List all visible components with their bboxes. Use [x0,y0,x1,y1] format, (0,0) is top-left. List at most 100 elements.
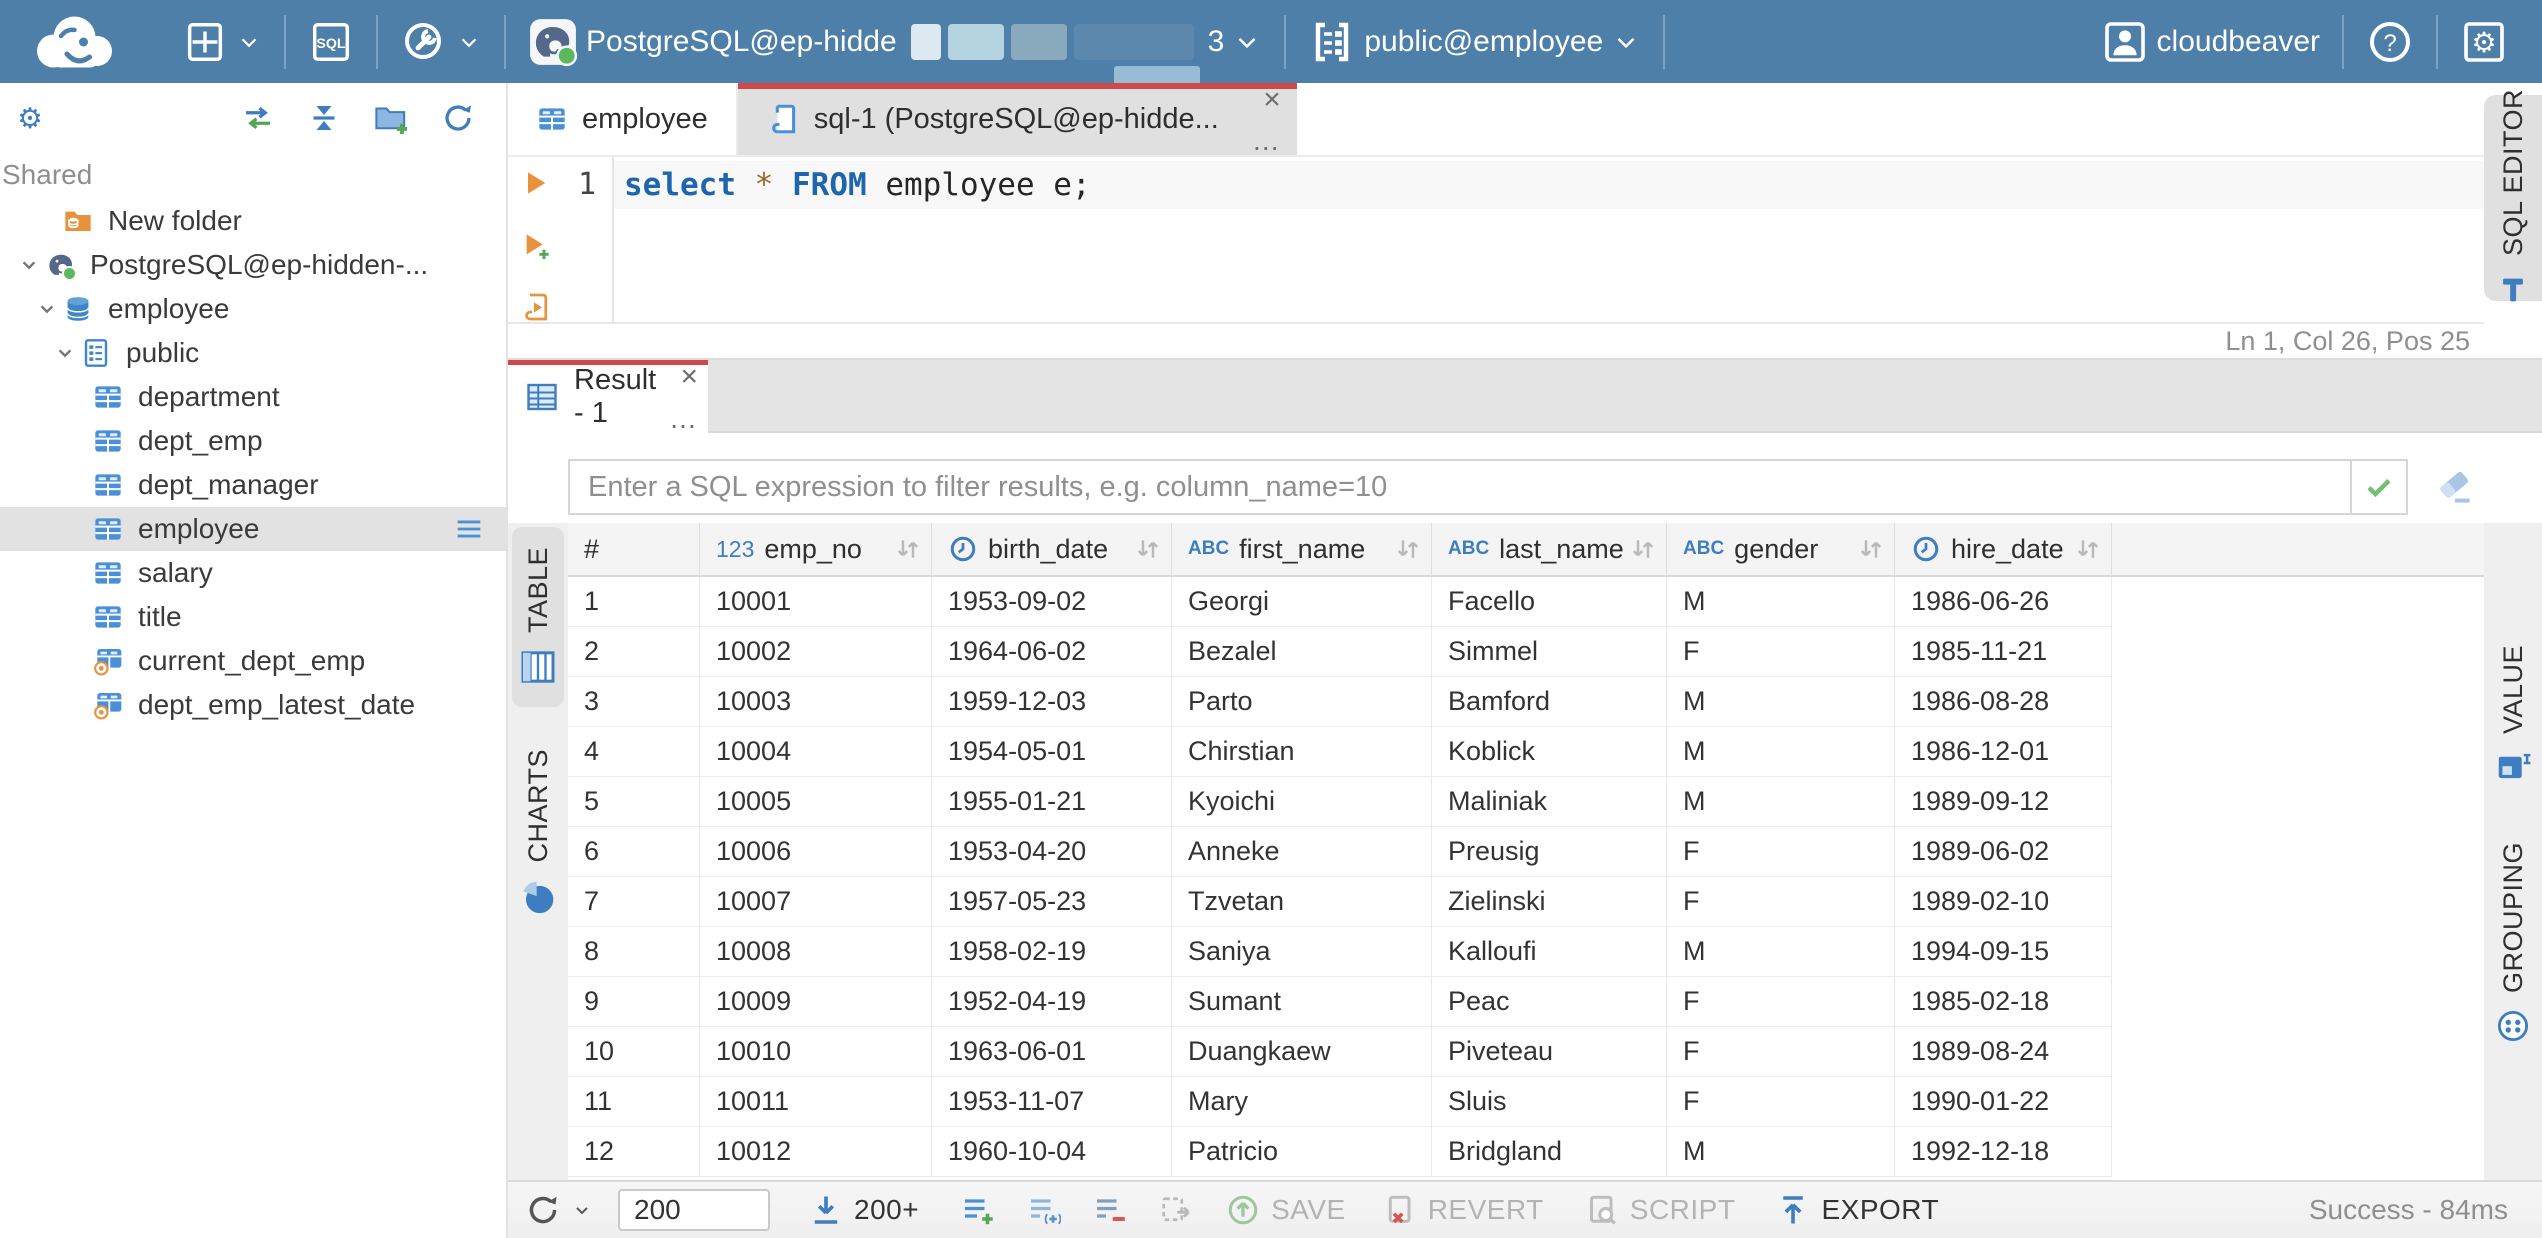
tree-item-dept_emp[interactable]: dept_emp [0,419,506,463]
eraser-icon[interactable] [2432,463,2476,507]
refresh-button[interactable] [524,1191,592,1229]
sql-code-line[interactable]: select * FROM employee e; [614,161,2484,209]
column-header-gender[interactable]: ABC gender [1667,523,1895,577]
grid-cell[interactable]: 1958-02-19 [932,927,1172,977]
row-index-cell[interactable]: 12 [568,1127,700,1177]
tree-item-title[interactable]: title [0,595,506,639]
new-connection-button[interactable] [160,0,284,83]
script-button[interactable]: SCRIPT [1584,1192,1736,1228]
grid-cell[interactable]: Anneke [1172,827,1432,877]
grid-cell[interactable]: 10001 [700,577,932,627]
chevron-down-icon[interactable] [16,252,44,278]
row-index-cell[interactable]: 9 [568,977,700,1027]
delete-row-button[interactable] [1091,1192,1127,1228]
grid-cell[interactable]: 1985-11-21 [1895,627,2112,677]
grid-cell[interactable]: 1952-04-19 [932,977,1172,1027]
tab-result-1[interactable]: Result - 1 × … [508,360,708,433]
rail-tab-sql-editor[interactable]: SQL EDITOR [2484,89,2542,301]
grid-cell[interactable]: M [1667,777,1895,827]
tree-item-employee[interactable]: employee [0,507,506,551]
settings-button[interactable]: ⚙ [2438,0,2530,83]
rail-tab-charts[interactable]: CHARTS [512,729,564,937]
chevron-down-icon[interactable] [52,340,80,366]
grid-cell[interactable]: Piveteau [1432,1027,1667,1077]
grid-cell[interactable]: 1957-05-23 [932,877,1172,927]
tree-item-employee[interactable]: employee [0,287,506,331]
grid-cell[interactable]: F [1667,1027,1895,1077]
sort-icon[interactable] [2073,534,2103,564]
grid-cell[interactable]: Preusig [1432,827,1667,877]
schema-selector[interactable]: public@employee [1286,0,1663,83]
grid-cell[interactable]: 1985-02-18 [1895,977,2112,1027]
grid-cell[interactable]: 10008 [700,927,932,977]
grid-cell[interactable]: Kyoichi [1172,777,1432,827]
row-index-cell[interactable]: 10 [568,1027,700,1077]
grid-cell[interactable]: Kalloufi [1432,927,1667,977]
rail-tab-table[interactable]: TABLE [512,527,564,708]
grid-cell[interactable]: Sluis [1432,1077,1667,1127]
filter-input[interactable] [570,461,2350,513]
grid-cell[interactable]: Parto [1172,677,1432,727]
tree-item-New-folder[interactable]: New folder [0,199,506,243]
grid-cell[interactable]: 1953-09-02 [932,577,1172,627]
grid-cell[interactable]: Georgi [1172,577,1432,627]
column-header-last_name[interactable]: ABC last_name [1432,523,1667,577]
grid-cell[interactable]: 1992-12-18 [1895,1127,2112,1177]
rail-tab-value[interactable]: VALUE [2488,625,2538,806]
column-header-emp_no[interactable]: 123 emp_no [700,523,932,577]
revert-button[interactable]: REVERT [1382,1192,1544,1228]
paste-button[interactable] [1157,1192,1193,1228]
sql-code-area[interactable]: select * FROM employee e; [614,157,2484,322]
row-index-cell[interactable]: 1 [568,577,700,627]
connection-selector[interactable]: PostgreSQL@ep-hidde 3 [506,0,1284,86]
more-icon[interactable]: … [1252,127,1281,155]
grid-cell[interactable]: 1955-01-21 [932,777,1172,827]
grid-cell[interactable]: F [1667,877,1895,927]
row-index-cell[interactable]: 4 [568,727,700,777]
new-sql-editor-button[interactable]: SQL [286,0,376,83]
grid-cell[interactable]: Chirstian [1172,727,1432,777]
grid-cell[interactable]: 10007 [700,877,932,927]
sync-icon[interactable] [240,100,276,136]
row-index-cell[interactable]: 6 [568,827,700,877]
grid-cell[interactable]: 10004 [700,727,932,777]
tree-item-dept_manager[interactable]: dept_manager [0,463,506,507]
grid-cell[interactable]: Bezalel [1172,627,1432,677]
driver-manager-button[interactable] [378,0,504,83]
sort-icon[interactable] [893,534,923,564]
grid-cell[interactable]: 1960-10-04 [932,1127,1172,1177]
tab-sql-1[interactable]: sql-1 (PostgreSQL@ep-hidde... × … [737,83,1297,155]
grid-cell[interactable]: F [1667,827,1895,877]
close-icon[interactable]: × [680,362,698,392]
save-button[interactable]: SAVE [1225,1192,1346,1228]
grid-cell[interactable]: Patricio [1172,1127,1432,1177]
grid-cell[interactable]: Maliniak [1432,777,1667,827]
row-index-cell[interactable]: 7 [568,877,700,927]
grid-cell[interactable]: Bridgland [1432,1127,1667,1177]
hamburger-icon[interactable] [452,512,486,546]
grid-cell[interactable]: 1953-11-07 [932,1077,1172,1127]
sort-icon[interactable] [1133,534,1163,564]
grid-cell[interactable]: Peac [1432,977,1667,1027]
chevron-down-icon[interactable] [34,296,62,322]
grid-cell[interactable]: 10003 [700,677,932,727]
row-index-cell[interactable]: 3 [568,677,700,727]
tree-item-dept_emp_latest_date[interactable]: dept_emp_latest_date [0,683,506,727]
grid-cell[interactable]: M [1667,677,1895,727]
column-header-index[interactable]: # [568,523,700,577]
grid-cell[interactable]: 1989-09-12 [1895,777,2112,827]
grid-cell[interactable]: F [1667,627,1895,677]
grid-cell[interactable]: 1989-02-10 [1895,877,2112,927]
row-index-cell[interactable]: 5 [568,777,700,827]
grid-cell[interactable]: 10002 [700,627,932,677]
column-header-first_name[interactable]: ABC first_name [1172,523,1432,577]
grid-cell[interactable]: 10010 [700,1027,932,1077]
grid-cell[interactable]: Facello [1432,577,1667,627]
row-index-cell[interactable]: 2 [568,627,700,677]
grid-cell[interactable]: 10009 [700,977,932,1027]
rail-tab-grouping[interactable]: GROUPING [2488,822,2538,1065]
grid-cell[interactable]: 1986-06-26 [1895,577,2112,627]
column-header-birth_date[interactable]: birth_date [932,523,1172,577]
sort-icon[interactable] [1856,534,1886,564]
sort-icon[interactable] [1393,534,1423,564]
